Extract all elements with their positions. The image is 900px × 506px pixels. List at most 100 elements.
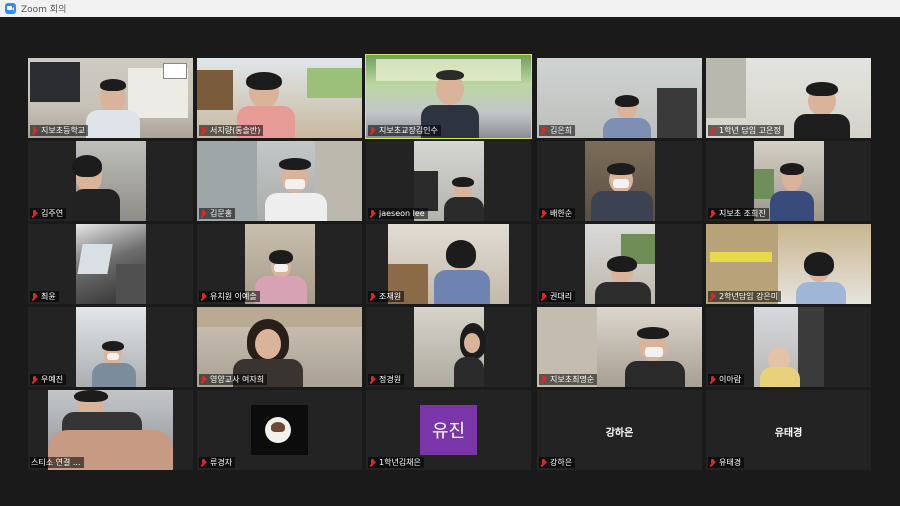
participant-name: 스티소 연결 ... [31, 458, 81, 467]
mic-muted-icon [709, 458, 717, 467]
video-feed [72, 141, 146, 221]
mic-muted-icon [31, 375, 39, 384]
participant-tile[interactable]: 조재원 [366, 224, 531, 304]
participant-name-tag: 영양교사 여자희 [199, 374, 268, 385]
zoom-logo-icon [5, 3, 16, 14]
participant-name: 최윤 [41, 292, 56, 301]
participant-tile[interactable]: 영양교사 여자희 [197, 307, 362, 387]
mic-muted-icon [709, 375, 717, 384]
participant-tile[interactable]: 지보초 조희진 [706, 141, 871, 221]
mic-muted-icon [31, 209, 39, 218]
participant-name: 이아람 [719, 375, 742, 384]
mic-muted-icon [200, 126, 208, 135]
participant-tile[interactable]: 강하은 강하은 [537, 390, 702, 470]
mic-muted-icon [709, 209, 717, 218]
participant-name-tag: 김은희 [539, 125, 576, 136]
participant-name: 1학년김채은 [379, 458, 421, 467]
mic-muted-icon [540, 375, 548, 384]
participant-name: 김문홍 [210, 209, 233, 218]
participant-name-tag: 유태경 [708, 457, 745, 468]
mic-muted-icon [31, 292, 39, 301]
mic-muted-icon [200, 209, 208, 218]
participant-name: 권대리 [550, 292, 573, 301]
gallery-view: 지보초등학교 서지량(통솔반) 지보초교장김인수 김은희 1학년 담임 고은정 … [0, 17, 900, 506]
participant-name-tag: 배한순 [539, 208, 576, 219]
participant-name: 정경원 [379, 375, 402, 384]
participant-name-tag: 강하은 [539, 457, 576, 468]
participant-name: 영양교사 여자희 [210, 375, 265, 384]
participant-tile[interactable]: 배한순 [537, 141, 702, 221]
mic-muted-icon [369, 209, 377, 218]
mic-muted-icon [200, 375, 208, 384]
participant-name: 류경자 [210, 458, 233, 467]
participant-name-tag: 지보초교장김인수 [368, 125, 441, 136]
participant-name: 지보초교장김인수 [379, 126, 438, 135]
participant-tile[interactable]: 2학년담임 강은미 [706, 224, 871, 304]
avatar: 유진 [420, 405, 477, 455]
participant-name-tag: 김주연 [30, 208, 67, 219]
video-feed [585, 141, 655, 221]
video-feed [414, 307, 486, 387]
participant-tile[interactable]: 스티소 연결 ... [28, 390, 193, 470]
participant-name-tag: 이아람 [708, 374, 745, 385]
mic-muted-icon [31, 126, 39, 135]
participant-name: 강하은 [550, 458, 573, 467]
mic-muted-icon [540, 209, 548, 218]
participant-name-tag: 2학년담임 강은미 [708, 291, 782, 302]
participant-tile[interactable]: 유태경 유태경 [706, 390, 871, 470]
participant-name: 김주연 [41, 209, 64, 218]
video-feed [76, 224, 146, 304]
participant-name: 지보초등학교 [41, 126, 86, 135]
participant-name: 김은희 [550, 126, 573, 135]
participant-name-tag: 정경원 [368, 374, 405, 385]
participant-tile[interactable]: 지보초등학교 [28, 58, 193, 138]
participant-tile[interactable]: jaeseon lee [366, 141, 531, 221]
participant-name: 우예진 [41, 375, 64, 384]
participant-tile[interactable]: 이아람 [706, 307, 871, 387]
participant-name-tag: 조재원 [368, 291, 405, 302]
participant-name-tag: 우예진 [30, 374, 67, 385]
mic-muted-icon [709, 126, 717, 135]
participant-tile[interactable]: 우예진 [28, 307, 193, 387]
video-feed [754, 307, 824, 387]
mic-muted-icon [709, 292, 717, 301]
participant-tile[interactable]: 1학년 담임 고은정 [706, 58, 871, 138]
participant-name-tag: 1학년 담임 고은정 [708, 125, 784, 136]
window-title: Zoom 회의 [21, 5, 67, 15]
participant-name: 조재원 [379, 292, 402, 301]
participant-tile[interactable]: 김주연 [28, 141, 193, 221]
participant-tile[interactable]: 정경원 [366, 307, 531, 387]
participant-name-tag: 1학년김채은 [368, 457, 424, 468]
mic-muted-icon [540, 126, 548, 135]
participant-display-name: 강하은 [605, 428, 634, 439]
video-feed [585, 224, 655, 304]
participant-tile[interactable]: 유진 1학년김채은 [366, 390, 531, 470]
participant-display-name: 유태경 [774, 428, 803, 439]
participant-tile-active-speaker[interactable]: 지보초교장김인수 [365, 54, 532, 139]
participant-name-tag: 서지량(통솔반) [199, 125, 264, 136]
participant-tile[interactable]: 김문홍 [197, 141, 362, 221]
mic-muted-icon [369, 458, 377, 467]
participant-name: 지보초 조희진 [719, 209, 766, 218]
mic-muted-icon [200, 458, 208, 467]
participant-name: 서지량(통솔반) [210, 126, 261, 135]
participant-tile[interactable]: 류경자 [197, 390, 362, 470]
participant-name: 유태경 [719, 458, 742, 467]
video-feed [76, 307, 146, 387]
participant-name-tag: 지보초등학교 [30, 125, 89, 136]
participant-name-tag: jaeseon lee [368, 208, 428, 219]
participant-name: 1학년 담임 고은정 [719, 126, 781, 135]
participant-tile[interactable]: 유치원 이예솔 [197, 224, 362, 304]
participant-name-tag: 스티소 연결 ... [30, 457, 84, 468]
participant-name: 유치원 이예솔 [210, 292, 257, 301]
participant-tile[interactable]: 최윤 [28, 224, 193, 304]
participant-tile[interactable]: 지보초최명순 [537, 307, 702, 387]
participant-tile[interactable]: 김은희 [537, 58, 702, 138]
participant-tile[interactable]: 서지량(통솔반) [197, 58, 362, 138]
mic-muted-icon [540, 458, 548, 467]
profile-picture [251, 405, 308, 455]
participant-name-tag: 지보초최명순 [539, 374, 598, 385]
mic-muted-icon [369, 292, 377, 301]
mic-muted-icon [540, 292, 548, 301]
participant-tile[interactable]: 권대리 [537, 224, 702, 304]
